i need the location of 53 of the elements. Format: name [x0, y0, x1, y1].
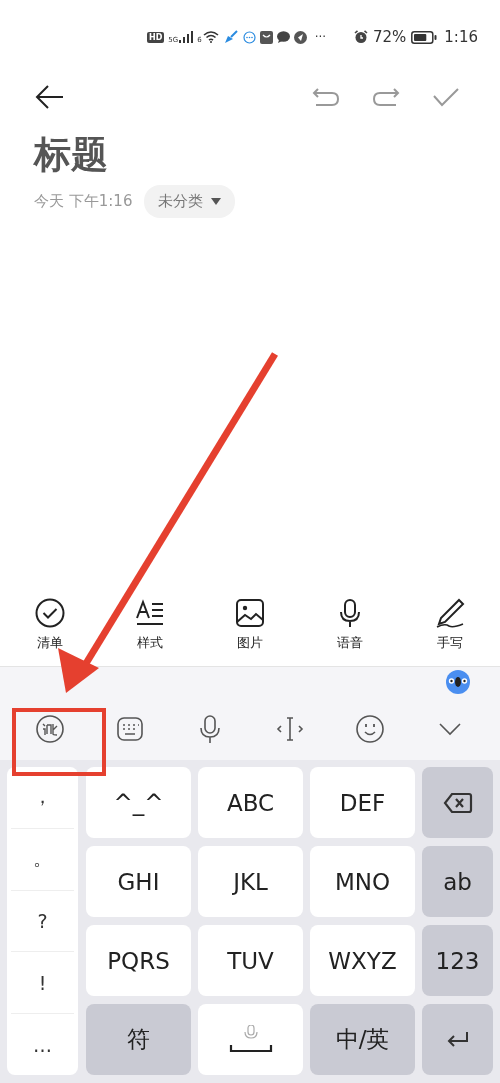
note-title[interactable]: 标题 [34, 131, 466, 179]
toolbar-button[interactable]: 图片 [220, 598, 280, 658]
wifi-icon [202, 31, 219, 43]
letter-key[interactable]: ^_^ [86, 767, 191, 838]
space-mic-icon [228, 1024, 273, 1055]
letter-key[interactable]: WXYZ [310, 925, 415, 996]
text-style-icon [135, 598, 165, 628]
function-key[interactable]: 中/英 [310, 1004, 415, 1075]
delete-key[interactable] [422, 767, 493, 838]
letter-key[interactable]: ABC [198, 767, 303, 838]
undo-icon[interactable] [312, 87, 340, 107]
letter-key[interactable]: GHI [86, 846, 191, 917]
function-key[interactable]: ab [422, 846, 493, 917]
checkmark-icon[interactable] [432, 87, 460, 107]
back-arrow-icon[interactable] [35, 84, 65, 110]
chat-bubble-icon [242, 30, 256, 44]
toolbar-button[interactable]: 样式 [120, 598, 180, 658]
enter-icon [445, 1030, 470, 1049]
backspace-icon [442, 791, 473, 814]
letter-key[interactable]: PQRS [86, 925, 191, 996]
function-key[interactable]: 符 [86, 1004, 191, 1075]
symbol-key[interactable]: … [11, 1014, 74, 1075]
letter-key[interactable]: TUV [198, 925, 303, 996]
emoji-icon[interactable] [355, 713, 385, 744]
input-method-logo-icon[interactable] [35, 713, 65, 744]
compass-icon [293, 30, 307, 44]
mascot-icon[interactable] [445, 670, 471, 694]
hd-badge: HD [147, 31, 165, 43]
function-key[interactable]: 123 [422, 925, 493, 996]
toolbar-button[interactable]: 手写 [420, 598, 480, 658]
alarm-icon [353, 30, 368, 44]
battery-percentage: 72% [372, 28, 407, 46]
message-icon [276, 31, 290, 43]
letter-key[interactable]: DEF [310, 767, 415, 838]
signal-icon [179, 31, 194, 43]
symbol-key[interactable]: 。 [11, 828, 74, 891]
redo-icon[interactable] [372, 87, 400, 107]
toolbar-button[interactable]: 语音 [320, 598, 380, 658]
category-dropdown[interactable]: 未分类 [144, 185, 236, 218]
symbol-key[interactable]: ， [11, 767, 74, 829]
symbol-key[interactable]: ? [11, 890, 74, 953]
clock-time: 1:16 [444, 28, 478, 46]
letter-key[interactable]: MNO [310, 846, 415, 917]
letter-key[interactable]: JKL [198, 846, 303, 917]
pen-icon [435, 598, 465, 628]
toolbar-button[interactable]: 清单 [20, 598, 80, 658]
checklist-icon [35, 598, 65, 628]
image-icon [235, 598, 265, 628]
dropdown-triangle-icon [211, 198, 222, 205]
more-indicator: ··· [314, 30, 327, 44]
battery-icon [411, 30, 438, 44]
symbol-key[interactable]: ! [11, 952, 74, 1015]
note-date: 今天 下午1:16 [34, 192, 133, 211]
